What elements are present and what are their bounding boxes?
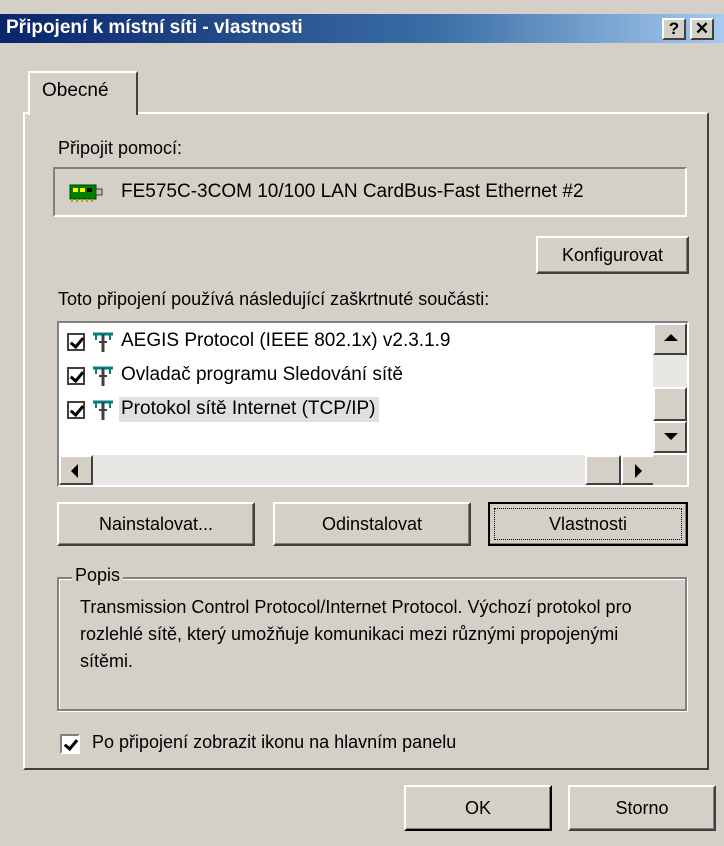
horizontal-scrollbar[interactable] xyxy=(59,455,655,485)
description-text: Transmission Control Protocol/Internet P… xyxy=(80,597,632,671)
arrow-up-icon xyxy=(664,334,678,341)
description-legend: Popis xyxy=(72,565,124,586)
arrow-down-icon xyxy=(664,433,678,440)
component-checkbox[interactable] xyxy=(67,367,85,385)
component-label: Protokol sítě Internet (TCP/IP) xyxy=(119,397,380,422)
properties-dialog: Připojení k místní síti - vlastnosti ? ✕… xyxy=(0,0,724,846)
network-component-icon xyxy=(93,400,113,420)
components-list[interactable]: AEGIS Protocol (IEEE 802.1x) v2.3.1.9 Ov… xyxy=(57,321,689,487)
horizontal-scroll-thumb[interactable] xyxy=(585,455,621,485)
install-button[interactable]: Nainstalovat... xyxy=(57,502,255,546)
scroll-down-button[interactable] xyxy=(653,421,687,453)
show-icon-label[interactable]: Po připojení zobrazit ikonu na hlavním p… xyxy=(92,732,456,753)
adapter-name: FE575C-3COM 10/100 LAN CardBus-Fast Ethe… xyxy=(121,181,584,202)
properties-button-label: Vlastnosti xyxy=(548,514,628,534)
network-component-icon xyxy=(93,366,113,386)
ok-button-label: OK xyxy=(464,798,491,818)
title-bar[interactable]: Připojení k místní síti - vlastnosti ? ✕ xyxy=(0,14,724,43)
connect-using-label: Připojit pomocí: xyxy=(58,138,183,158)
close-button[interactable]: ✕ xyxy=(690,18,714,40)
arrow-right-icon xyxy=(635,464,642,478)
network-component-icon xyxy=(93,332,113,352)
configure-button-label: Konfigurovat xyxy=(561,245,664,265)
component-checkbox[interactable] xyxy=(67,333,85,351)
cancel-button[interactable]: Storno xyxy=(568,785,716,831)
vertical-scrollbar[interactable] xyxy=(653,323,687,453)
component-checkbox[interactable] xyxy=(67,401,85,419)
components-label: Toto připojení používá následující zaškr… xyxy=(58,289,490,309)
scroll-up-button[interactable] xyxy=(653,323,687,355)
install-button-label: Nainstalovat... xyxy=(98,514,214,534)
properties-button[interactable]: Vlastnosti xyxy=(488,502,688,546)
window-title: Připojení k místní síti - vlastnosti xyxy=(6,17,303,38)
tab-general[interactable]: Obecné xyxy=(28,71,138,115)
scroll-corner xyxy=(653,455,687,485)
component-label: AEGIS Protocol (IEEE 802.1x) v2.3.1.9 xyxy=(121,330,451,351)
scroll-right-button[interactable] xyxy=(621,455,655,485)
adapter-field: FE575C-3COM 10/100 LAN CardBus-Fast Ethe… xyxy=(53,167,687,217)
uninstall-button-label: Odinstalovat xyxy=(321,514,423,534)
network-card-icon xyxy=(69,184,103,202)
help-button[interactable]: ? xyxy=(662,18,686,40)
show-icon-checkbox[interactable] xyxy=(60,734,80,754)
ok-button[interactable]: OK xyxy=(404,785,552,831)
component-label: Ovladač programu Sledování sítě xyxy=(121,364,403,385)
scroll-left-button[interactable] xyxy=(59,455,93,485)
vertical-scroll-thumb[interactable] xyxy=(653,387,687,421)
cancel-button-label: Storno xyxy=(615,798,669,818)
arrow-left-icon xyxy=(71,464,78,478)
uninstall-button[interactable]: Odinstalovat xyxy=(273,502,471,546)
configure-button[interactable]: Konfigurovat xyxy=(536,236,689,274)
